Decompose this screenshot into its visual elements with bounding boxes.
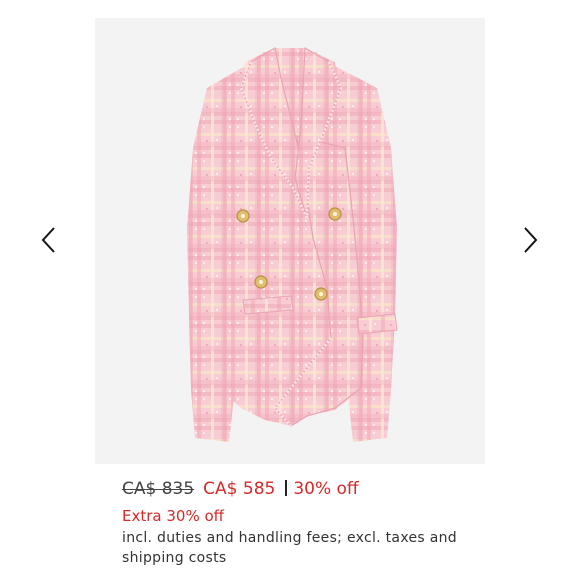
sale-price: CA$ 585	[203, 479, 276, 499]
discount-badge: 30% off	[293, 479, 359, 499]
previous-image-button[interactable]	[36, 224, 64, 256]
extra-discount: Extra 30% off	[122, 507, 224, 525]
original-price: CA$ 835	[122, 479, 195, 499]
product-listing: CA$ 835 CA$ 585 30% off Extra 30% off in…	[0, 0, 580, 580]
next-image-button[interactable]	[515, 224, 543, 256]
duties-note: incl. duties and handling fees; excl. ta…	[122, 530, 457, 566]
product-image[interactable]	[95, 18, 485, 464]
chevron-right-icon	[524, 227, 538, 253]
chevron-left-icon	[41, 227, 55, 253]
price-row: CA$ 835 CA$ 585 30% off	[122, 477, 359, 501]
price-divider	[285, 480, 288, 496]
blazer-illustration	[187, 46, 398, 442]
